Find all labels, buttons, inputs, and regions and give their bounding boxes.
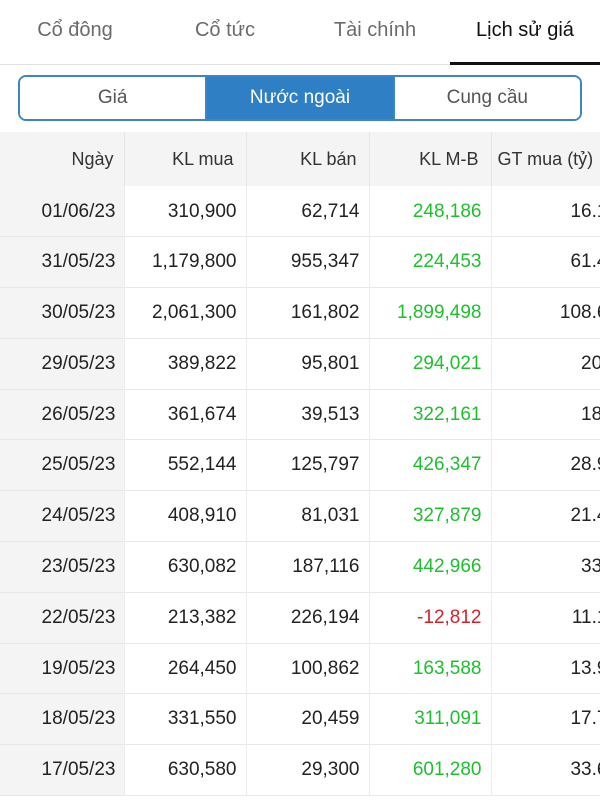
cell-buy-volume: 630,580 [123,744,246,796]
cell-sell-volume: 62,714 [245,186,369,237]
cell-buy-value: 18.9 [490,389,600,440]
table-row[interactable]: 24/05/23408,91081,031327,87921.47 [0,490,600,542]
cell-date: 23/05/23 [0,541,124,593]
cell-net-volume: -12,812 [368,592,491,644]
cell-sell-volume: 20,459 [245,693,369,745]
cell-date: 30/05/23 [0,287,124,339]
column-header-buy-volume: KL mua [123,132,246,186]
table-row[interactable]: 30/05/232,061,300161,8021,899,498108.60 [0,287,600,339]
cell-buy-value: 33.61 [490,744,600,796]
foreign-trading-table-area[interactable]: Ngày KL mua KL bán KL M-B GT mua (tỷ) 01… [0,132,600,800]
table-row[interactable]: 25/05/23552,144125,797426,34728.98 [0,439,600,491]
cell-sell-volume: 161,802 [245,287,369,339]
foreign-trading-table: Ngày KL mua KL bán KL M-B GT mua (tỷ) 01… [0,132,600,796]
cell-net-volume: 224,453 [368,236,491,288]
cell-buy-volume: 552,144 [123,439,246,491]
segment-cung-cau[interactable]: Cung cầu [392,77,580,119]
cell-buy-value: 11.13 [490,592,600,644]
cell-date: 25/05/23 [0,439,124,491]
cell-buy-value: 17.72 [490,693,600,745]
table-row[interactable]: 18/05/23331,55020,459311,09117.72 [0,693,600,745]
cell-buy-value: 20.4 [490,338,600,390]
column-header-date: Ngày [71,148,114,169]
cell-buy-value: 28.98 [490,439,600,491]
tab-tai-chinh[interactable]: Tài chính [300,0,450,64]
cell-buy-value: 33.3 [490,541,600,593]
segment-gia[interactable]: Giá [20,77,206,119]
segment-nuoc-ngoai[interactable]: Nước ngoài [205,77,393,119]
cell-date: 19/05/23 [0,643,124,694]
table-header-row: Ngày KL mua KL bán KL M-B GT mua (tỷ) [0,132,600,186]
cell-sell-volume: 81,031 [245,490,369,542]
cell-buy-volume: 389,822 [123,338,246,390]
cell-date: 26/05/23 [0,389,124,440]
cell-net-volume: 322,161 [368,389,491,440]
segmented-control: Giá Nước ngoài Cung cầu [18,75,582,121]
table-row[interactable]: 26/05/23361,67439,513322,16118.9 [0,389,600,440]
tab-co-dong[interactable]: Cổ đông [0,0,150,64]
cell-date: 29/05/23 [0,338,124,390]
table-row[interactable]: 17/05/23630,58029,300601,28033.61 [0,744,600,796]
cell-buy-value: 61.40 [490,236,600,288]
cell-buy-volume: 408,910 [123,490,246,542]
cell-net-volume: 601,280 [368,744,491,796]
cell-buy-value: 16.12 [490,186,600,237]
cell-date: 17/05/23 [0,744,124,796]
cell-net-volume: 163,588 [368,643,491,694]
cell-buy-volume: 361,674 [123,389,246,440]
table-row[interactable]: 22/05/23213,382226,194-12,81211.13 [0,592,600,644]
cell-buy-value: 108.60 [490,287,600,339]
cell-buy-value: 13.92 [490,643,600,694]
cell-sell-volume: 955,347 [245,236,369,288]
top-tab-bar: Cổ đông Cổ tức Tài chính Lịch sử giá [0,0,600,65]
cell-date: 24/05/23 [0,490,124,542]
cell-sell-volume: 100,862 [245,643,369,694]
cell-buy-value: 21.47 [490,490,600,542]
cell-date: 01/06/23 [0,186,124,237]
cell-net-volume: 327,879 [368,490,491,542]
cell-sell-volume: 95,801 [245,338,369,390]
column-header-sell-volume: KL bán [245,132,369,186]
tab-lich-su-gia[interactable]: Lịch sử giá [450,0,600,65]
table-row[interactable]: 19/05/23264,450100,862163,58813.92 [0,643,600,694]
cell-buy-volume: 331,550 [123,693,246,745]
tab-co-tuc[interactable]: Cổ tức [150,0,300,64]
cell-date: 18/05/23 [0,693,124,745]
cell-net-volume: 426,347 [368,439,491,491]
cell-sell-volume: 29,300 [245,744,369,796]
table-row[interactable]: 23/05/23630,082187,116442,96633.3 [0,541,600,593]
table-row[interactable]: 01/06/23310,90062,714248,18616.12 [0,186,600,237]
cell-buy-volume: 310,900 [123,186,246,237]
cell-sell-volume: 226,194 [245,592,369,644]
cell-net-volume: 294,021 [368,338,491,390]
cell-date: 22/05/23 [0,592,124,644]
cell-buy-volume: 1,179,800 [123,236,246,288]
column-header-net-volume: KL M-B [368,132,491,186]
cell-buy-volume: 213,382 [123,592,246,644]
cell-sell-volume: 125,797 [245,439,369,491]
cell-net-volume: 1,899,498 [368,287,491,339]
cell-buy-volume: 630,082 [123,541,246,593]
cell-sell-volume: 39,513 [245,389,369,440]
cell-net-volume: 311,091 [368,693,491,745]
cell-sell-volume: 187,116 [245,541,369,593]
table-row[interactable]: 29/05/23389,82295,801294,02120.4 [0,338,600,390]
cell-date: 31/05/23 [0,236,124,288]
cell-net-volume: 442,966 [368,541,491,593]
table-row[interactable]: 31/05/231,179,800955,347224,45361.40 [0,236,600,288]
cell-buy-volume: 264,450 [123,643,246,694]
cell-buy-volume: 2,061,300 [123,287,246,339]
cell-net-volume: 248,186 [368,186,491,237]
column-header-buy-value: GT mua (tỷ) [490,132,600,186]
segment-wrapper: Giá Nước ngoài Cung cầu [0,65,600,131]
